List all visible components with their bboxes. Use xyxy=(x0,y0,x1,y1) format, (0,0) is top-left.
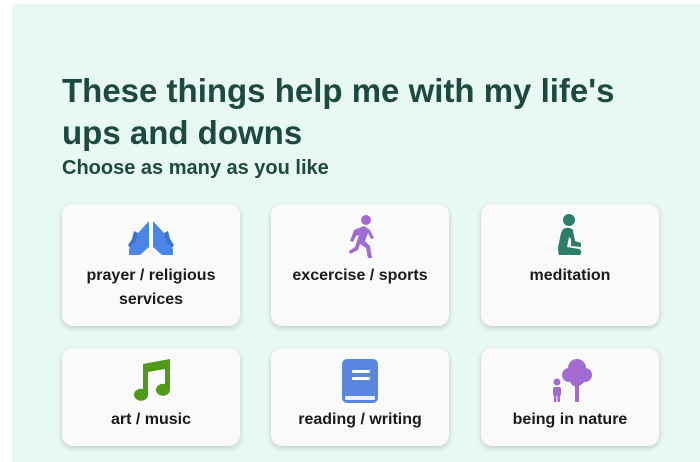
meditating-person-icon xyxy=(481,212,659,262)
option-card-reading-writing[interactable]: reading / writing xyxy=(271,348,449,446)
option-label: excercise / sports xyxy=(292,267,428,284)
music-note-icon xyxy=(62,356,240,406)
option-label: being in nature xyxy=(512,411,628,428)
option-label: prayer / religious services xyxy=(86,267,216,308)
option-card-nature[interactable]: being in nature xyxy=(481,348,659,446)
option-card-meditation[interactable]: meditation xyxy=(481,204,659,326)
tree-person-icon xyxy=(481,356,659,406)
option-label: reading / writing xyxy=(298,411,422,428)
page-subtitle: Choose as many as you like xyxy=(62,157,329,179)
page-background: These things help me with my life's ups … xyxy=(12,4,700,462)
option-card-prayer[interactable]: prayer / religious services xyxy=(62,204,240,326)
option-label: meditation xyxy=(529,267,611,284)
option-card-art-music[interactable]: art / music xyxy=(62,348,240,446)
option-label: art / music xyxy=(110,411,192,428)
option-card-exercise[interactable]: excercise / sports xyxy=(271,204,449,326)
book-icon xyxy=(271,356,449,406)
praying-hands-icon xyxy=(62,212,240,262)
running-person-icon xyxy=(271,212,449,262)
page-title: These things help me with my life's ups … xyxy=(62,72,615,151)
